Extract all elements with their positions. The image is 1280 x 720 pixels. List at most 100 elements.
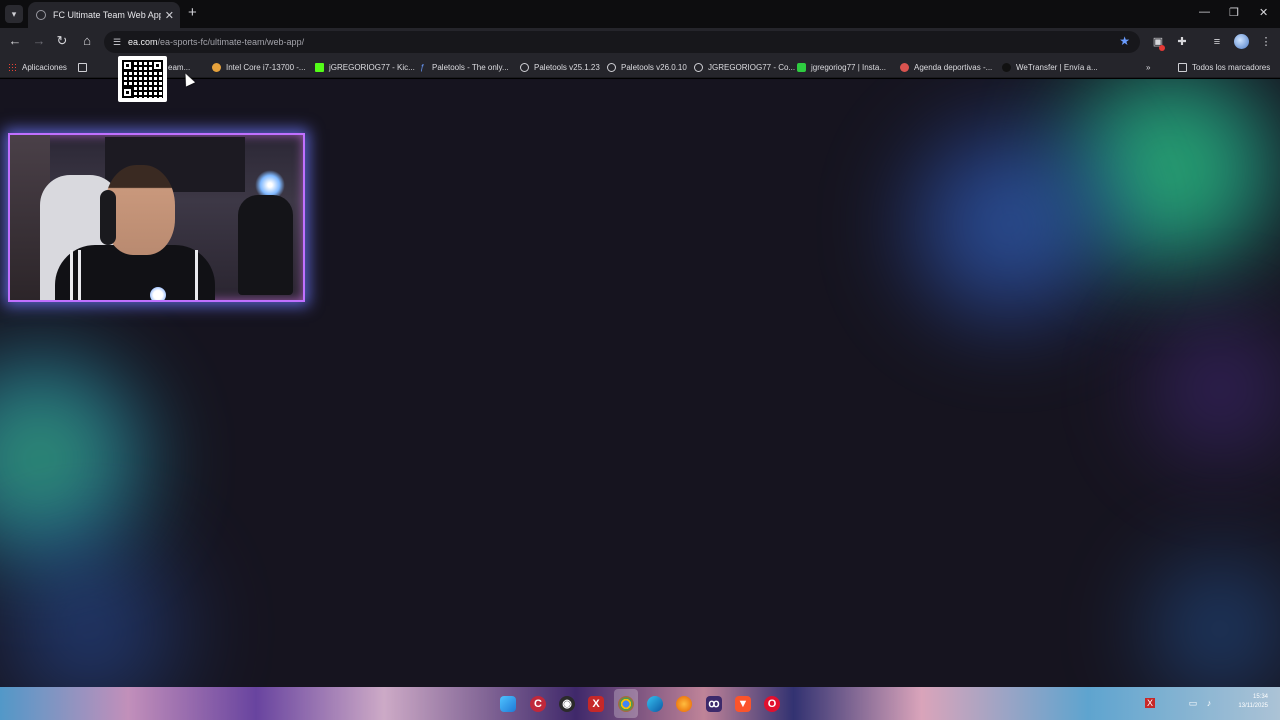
globe-icon [520, 62, 529, 72]
bookmark-label: jGREGORIOG77 - Kic... [329, 62, 415, 72]
folder-icon [1178, 62, 1187, 72]
clock-date: 13/11/2025 [1238, 703, 1268, 709]
globe-icon [694, 62, 703, 72]
bookmark-label: jgregoriog77 | Insta... [811, 62, 887, 72]
firefox-icon[interactable] [676, 696, 692, 712]
reload-icon[interactable]: ↻ [53, 33, 71, 49]
taskbar-wallpaper [0, 687, 1280, 720]
forward-icon[interactable]: → [30, 33, 48, 48]
instagram-icon [797, 62, 806, 72]
intel-icon [212, 62, 221, 72]
url-host: ea.com [128, 37, 158, 47]
blue-glow [880, 109, 1140, 339]
bookmark-label: Paletools v25.1.23 [534, 62, 600, 72]
close-tab-icon[interactable]: ✕ [165, 9, 174, 22]
chevron-double-right-icon: » [1146, 62, 1151, 72]
windows-taskbar: C ◉ X ꝏ ▼ O X ▭ ♪ 15:34 13/11/2025 [0, 687, 1280, 720]
more-bookmarks-button[interactable]: » [1146, 60, 1150, 74]
restore-window-icon[interactable]: ❐ [1229, 6, 1239, 19]
pin-icon [900, 62, 909, 72]
bookmark-label: WeTransfer | Envía a... [1016, 62, 1098, 72]
qr-finder [122, 60, 133, 71]
bookmark-agenda[interactable]: Agenda deportivas -... [900, 60, 992, 74]
bookmark-kick[interactable]: jGREGORIOG77 - Kic... [315, 60, 415, 74]
menu-kebab-icon[interactable]: ⋮ [1259, 35, 1273, 49]
url-path: /ea-sports-fc/ultimate-team/web-app/ [157, 37, 305, 47]
new-tab-button[interactable]: + [188, 5, 197, 21]
app-icon[interactable]: ꝏ [706, 696, 722, 712]
bookmark-paletools-v26[interactable]: Paletools v26.0.10 [607, 60, 687, 74]
bookmark-instagram[interactable]: jgregoriog77 | Insta... [797, 60, 886, 74]
bookmark-star-icon[interactable]: ★ [1119, 34, 1130, 48]
ea-favicon-icon [36, 10, 46, 20]
edge-icon[interactable] [647, 696, 663, 712]
extension-alert-badge [1159, 45, 1165, 51]
grid-icon [78, 62, 87, 72]
network-icon[interactable]: ▭ [1188, 698, 1198, 708]
home-icon[interactable]: ⌂ [78, 33, 96, 48]
tab-title: FC Ultimate Team Web App - EA [53, 10, 161, 20]
blue-glow-right [1110, 529, 1280, 687]
profile-avatar[interactable] [1234, 34, 1249, 49]
bookmark-grid[interactable] [78, 60, 92, 74]
light-orb [150, 287, 166, 300]
blue-glow-left [0, 519, 240, 687]
minimize-window-icon[interactable]: — [1199, 6, 1210, 18]
qr-code-icon [122, 60, 163, 98]
bookmark-intel[interactable]: Intel Core i7-13700 -... [212, 60, 306, 74]
bookmark-paletools-v25[interactable]: Paletools v25.1.23 [520, 60, 600, 74]
extensions-puzzle-icon[interactable]: ✚ [1175, 35, 1189, 49]
speaker-icon[interactable]: ♪ [1204, 698, 1214, 708]
windows-start-icon[interactable] [500, 696, 516, 712]
opera-icon[interactable]: O [764, 696, 780, 712]
headset [100, 190, 116, 245]
crunchyroll-icon[interactable]: C [530, 696, 546, 712]
xmind-tray-icon[interactable]: X [1145, 698, 1155, 708]
browser-toolbar: ← → ↻ ⌂ ☰ ea.com/ea-sports-fc/ultimate-t… [0, 28, 1280, 56]
bookmark-jgregoriog77-co[interactable]: JGREGORIOG77 - Co... [694, 60, 795, 74]
chevron-down-icon: ▾ [11, 8, 17, 19]
bookmark-label: Intel Core i7-13700 -... [226, 62, 306, 72]
figure-collectible [238, 195, 293, 295]
jacket-stripe [78, 250, 81, 300]
tab-search-button[interactable]: ▾ [5, 5, 23, 23]
wetransfer-icon [1002, 62, 1011, 72]
clock-time: 15:34 [1252, 694, 1268, 700]
bookmark-apps[interactable]: Aplicaciones [8, 60, 67, 74]
bookmark-label: Paletools - The only... [432, 62, 509, 72]
close-window-icon[interactable]: ✕ [1259, 6, 1268, 19]
webcam-overlay [8, 133, 305, 302]
site-info-icon[interactable]: ☰ [109, 34, 125, 50]
tab-fc-web-app[interactable]: FC Ultimate Team Web App - EA ✕ [28, 2, 180, 28]
system-clock[interactable]: 15:34 13/11/2025 [1222, 693, 1268, 711]
qr-code-overlay [118, 56, 167, 102]
address-url: ea.com/ea-sports-fc/ultimate-team/web-ap… [128, 37, 304, 47]
bookmark-label: JGREGORIOG77 - Co... [708, 62, 796, 72]
bookmark-paletools[interactable]: ƒ Paletools - The only... [418, 60, 509, 74]
back-icon[interactable]: ← [6, 33, 24, 48]
qr-finder [122, 87, 133, 98]
tab-strip: ▾ FC Ultimate Team Web App - EA ✕ + — ❐ … [0, 0, 1280, 28]
jacket-stripe [195, 250, 198, 300]
obs-icon[interactable]: ◉ [559, 696, 575, 712]
all-bookmarks-label: Todos los marcadores [1192, 62, 1271, 72]
jacket-stripe [70, 250, 73, 300]
bookmark-label: Aplicaciones [22, 62, 67, 72]
media-controls-icon[interactable]: ≡ [1210, 35, 1224, 49]
xmind-icon[interactable]: X [588, 696, 604, 712]
bookmark-wetransfer[interactable]: WeTransfer | Envía a... [1002, 60, 1098, 74]
paletools-icon: ƒ [420, 62, 425, 72]
brave-icon[interactable]: ▼ [735, 696, 751, 712]
address-bar[interactable]: ☰ ea.com/ea-sports-fc/ultimate-team/web-… [104, 31, 1140, 53]
qr-finder [152, 60, 163, 71]
bookmark-label: Agenda deportivas -... [914, 62, 993, 72]
chrome-icon[interactable] [618, 696, 634, 712]
bookmark-label: Paletools v26.0.10 [621, 62, 687, 72]
globe-icon [607, 62, 616, 72]
purple-glow [1120, 279, 1280, 499]
all-bookmarks-folder[interactable]: Todos los marcadores [1178, 60, 1270, 74]
apps-grid-icon [8, 62, 17, 72]
bookmark-label: eam... [168, 62, 191, 72]
bookmarks-bar: Aplicaciones eam... Intel Core i7-13700 … [0, 56, 1280, 78]
kick-icon [315, 62, 324, 72]
